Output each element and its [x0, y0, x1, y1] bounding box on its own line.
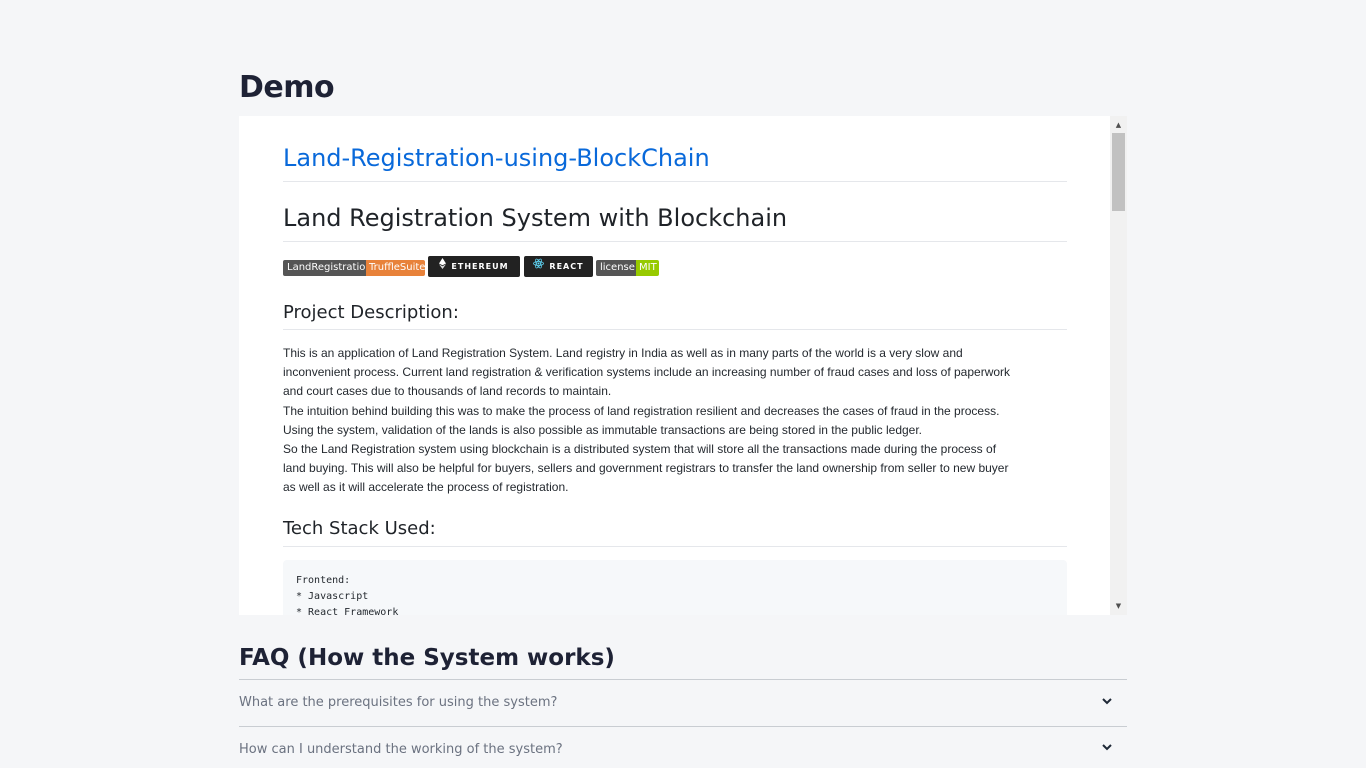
description-line: This is an application of Land Registrat…: [283, 346, 963, 360]
description-line: So the Land Registration system using bl…: [283, 442, 997, 457]
demo-heading: Demo: [239, 70, 335, 105]
faq-question: What are the prerequisites for using the…: [239, 695, 558, 710]
readme-heading: Land Registration System with Blockchain: [283, 204, 788, 232]
chevron-down-icon[interactable]: [1101, 738, 1113, 751]
scroll-down-arrow-icon[interactable]: ▼: [1110, 599, 1127, 613]
badge-label: LandRegistration: [283, 260, 372, 276]
chevron-down-icon[interactable]: [1101, 692, 1113, 705]
code-line: Frontend:: [296, 575, 351, 586]
description-line: land buying. This will also be helpful f…: [283, 461, 1009, 476]
truffle-badge[interactable]: LandRegistration TruffleSuite: [283, 260, 425, 276]
divider: [283, 329, 1067, 330]
project-description: This is an application of Land Registrat…: [283, 344, 1067, 498]
badge-label: license: [596, 260, 636, 276]
code-line: * Javascript: [296, 591, 369, 602]
tech-stack-heading: Tech Stack Used:: [283, 518, 436, 539]
description-line: Using the system, validation of the land…: [283, 422, 923, 437]
faq-item[interactable]: How can I understand the working of the …: [239, 727, 1127, 768]
faq-item[interactable]: What are the prerequisites for using the…: [239, 680, 1127, 726]
badge-label: REACT: [549, 262, 584, 271]
scroll-up-arrow-icon[interactable]: ▲: [1110, 118, 1127, 132]
badge-value: TruffleSuite: [366, 260, 425, 276]
license-badge[interactable]: license MIT: [596, 260, 659, 276]
faq-heading: FAQ (How the System works): [239, 645, 615, 671]
badge-value: MIT: [636, 260, 659, 276]
badge-label: ETHEREUM: [451, 262, 509, 271]
ethereum-badge[interactable]: ETHEREUM: [428, 256, 520, 277]
react-badge[interactable]: REACT: [524, 256, 593, 277]
scroll-thumb[interactable]: [1112, 133, 1125, 211]
description-line: inconvenient process. Current land regis…: [283, 365, 1011, 380]
readme-frame[interactable]: Land-Registration-using-BlockChain Land …: [239, 116, 1127, 615]
repo-title-link[interactable]: Land-Registration-using-BlockChain: [283, 144, 710, 172]
frame-scrollbar[interactable]: ▲ ▼: [1110, 116, 1127, 615]
faq-question: How can I understand the working of the …: [239, 742, 563, 757]
tech-stack-code-block: Frontend: * Javascript * React Framework: [283, 560, 1067, 615]
description-line: The intuition behind building this was t…: [283, 403, 1000, 418]
react-icon: [533, 256, 545, 277]
divider: [283, 241, 1067, 242]
description-line: as well as it will accelerate the proces…: [283, 480, 569, 495]
description-line: and court cases due to thousands of land…: [283, 384, 612, 399]
code-line: * React Framework: [296, 607, 399, 615]
ethereum-icon: [439, 256, 447, 277]
project-description-heading: Project Description:: [283, 302, 459, 323]
divider: [283, 546, 1067, 547]
divider: [283, 181, 1067, 182]
